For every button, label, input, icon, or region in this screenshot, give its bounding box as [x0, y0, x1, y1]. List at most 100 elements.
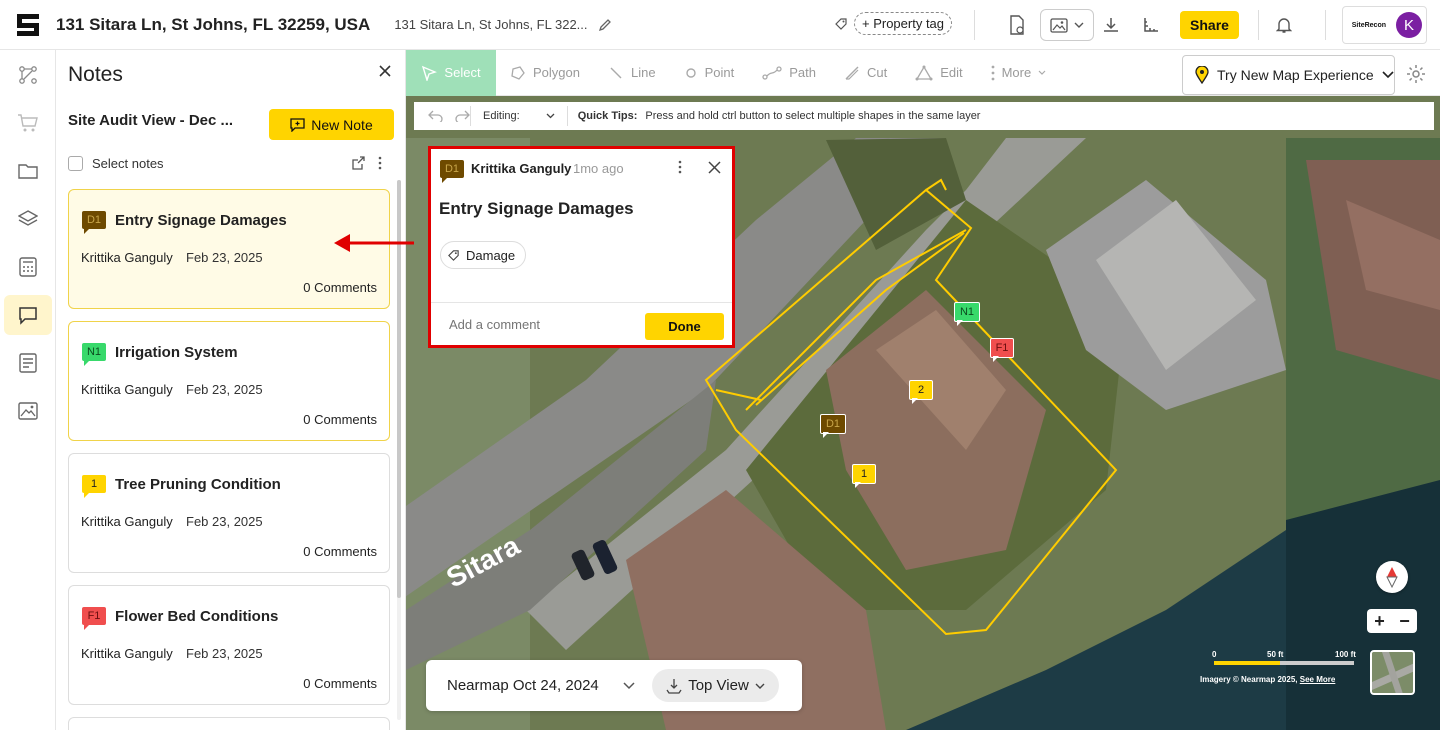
document-icon[interactable] [4, 343, 52, 383]
map-marker-d1[interactable]: D1 [820, 414, 846, 438]
note-card-comments[interactable]: 0 Comments [303, 412, 377, 427]
property-address-sub: 131 Sitara Ln, St Johns, FL 322... [394, 17, 588, 32]
comment-input[interactable] [449, 317, 619, 332]
note-card-partial[interactable] [68, 717, 390, 730]
done-button[interactable]: Done [645, 313, 724, 340]
map-marker-n1[interactable]: N1 [954, 302, 980, 326]
undo-icon[interactable] [428, 110, 443, 122]
tool-select[interactable]: Select [406, 49, 496, 96]
note-card-date: Feb 23, 2025 [186, 646, 263, 661]
note-card-author: Krittika Ganguly [81, 514, 173, 529]
account-menu[interactable]: SiteRecon K [1342, 6, 1427, 44]
export-icon[interactable] [352, 156, 366, 170]
note-card-author: Krittika Ganguly [81, 646, 173, 661]
tool-polygon[interactable]: Polygon [496, 50, 594, 96]
popup-time: 1mo ago [573, 161, 624, 176]
note-card-date: Feb 23, 2025 [186, 382, 263, 397]
popup-author: Krittika Ganguly [471, 161, 572, 176]
cut-icon [845, 66, 859, 80]
layers-icon[interactable] [4, 199, 52, 239]
measure-icon[interactable] [1140, 14, 1162, 36]
more-vertical-icon [991, 65, 994, 80]
new-note-button[interactable]: New Note [269, 109, 394, 140]
note-add-icon [290, 117, 305, 132]
compass-icon[interactable] [1376, 561, 1408, 593]
top-view-toggle[interactable]: Top View [652, 669, 779, 702]
tool-path[interactable]: Path [748, 50, 830, 96]
path-icon [762, 65, 782, 80]
popup-badge-d1: D1 [440, 160, 464, 183]
chevron-down-icon [1382, 71, 1394, 79]
quick-tips-label: Quick Tips: [577, 110, 638, 122]
try-new-map-experience-button[interactable]: Try New Map Experience [1182, 55, 1395, 95]
select-notes-checkbox[interactable] [68, 156, 83, 171]
note-card-tree-pruning[interactable]: 1 Tree Pruning Condition Krittika Gangul… [68, 453, 390, 573]
point-icon [685, 67, 696, 78]
calculator-icon[interactable] [4, 247, 52, 287]
folder-icon[interactable] [4, 151, 52, 191]
tool-label: Line [630, 65, 656, 80]
map-marker-2[interactable]: 2 [909, 380, 933, 404]
tool-edit[interactable]: Edit [901, 50, 976, 96]
view-name[interactable]: Site Audit View - Dec ... [68, 112, 233, 129]
image-icon [1050, 17, 1068, 33]
map-pin-icon [1195, 66, 1209, 84]
map-marker-f1[interactable]: F1 [990, 338, 1014, 362]
brand-label: SiteRecon [1351, 21, 1386, 29]
tool-point[interactable]: Point [670, 50, 749, 96]
download-icon[interactable] [1100, 14, 1122, 36]
chevron-down-icon[interactable] [623, 677, 647, 695]
line-icon [610, 67, 622, 78]
tool-more[interactable]: More [977, 50, 1061, 96]
see-more-link[interactable]: See More [1300, 675, 1336, 684]
imagery-date-label[interactable]: Nearmap Oct 24, 2024 [447, 677, 623, 694]
zoom-in-icon[interactable]: + [1374, 611, 1385, 632]
zoom-out-icon[interactable]: − [1399, 611, 1410, 632]
comment-icon[interactable] [4, 295, 52, 335]
map-marker-1[interactable]: 1 [852, 464, 876, 488]
note-card-flower-bed[interactable]: F1 Flower Bed Conditions Krittika Gangul… [68, 585, 390, 705]
chevron-down-icon [1074, 22, 1084, 28]
close-icon[interactable] [708, 161, 721, 179]
more-vertical-icon[interactable] [378, 156, 382, 170]
note-card-author: Krittika Ganguly [81, 250, 173, 265]
editing-label: Editing: [483, 110, 520, 122]
tag-chip-damage[interactable]: Damage [440, 241, 527, 269]
edit-pencil-icon[interactable] [598, 18, 612, 32]
top-view-icon [666, 678, 682, 694]
tool-label: Point [704, 65, 735, 80]
add-property-tag-button[interactable]: + Property tag [854, 12, 953, 35]
app-logo[interactable] [0, 0, 56, 50]
tool-label: More [1001, 65, 1032, 80]
basemap-switcher[interactable] [1370, 650, 1415, 695]
more-vertical-icon[interactable] [678, 160, 682, 179]
select-notes-row[interactable]: Select notes [68, 156, 164, 171]
edit-shape-icon [915, 65, 933, 80]
bell-icon[interactable] [1273, 14, 1295, 36]
property-address-title: 131 Sitara Ln, St Johns, FL 32259, USA [56, 14, 371, 34]
note-card-comments[interactable]: 0 Comments [303, 280, 377, 295]
redo-icon[interactable] [455, 110, 470, 122]
editing-layer-select[interactable]: Editing: [471, 110, 567, 122]
note-card-comments[interactable]: 0 Comments [303, 544, 377, 559]
workflow-icon[interactable] [4, 55, 52, 95]
note-card-author: Krittika Ganguly [81, 382, 173, 397]
avatar: K [1396, 12, 1422, 38]
tool-cut[interactable]: Cut [830, 50, 901, 96]
gear-icon[interactable] [1406, 64, 1426, 84]
divider [974, 10, 975, 40]
tool-line[interactable]: Line [594, 50, 670, 96]
cursor-icon [422, 65, 438, 81]
imagery-dropdown[interactable] [1040, 9, 1094, 41]
tool-label: Select [444, 65, 481, 80]
note-card-comments[interactable]: 0 Comments [303, 676, 377, 691]
note-badge-1: 1 [82, 475, 106, 498]
image-gallery-icon[interactable] [4, 391, 52, 431]
share-button[interactable]: Share [1180, 11, 1239, 39]
note-card-irrigation[interactable]: N1 Irrigation System Krittika Ganguly Fe… [68, 321, 390, 441]
close-icon[interactable] [378, 64, 392, 78]
polygon-icon [511, 65, 525, 80]
report-settings-icon[interactable] [1006, 14, 1028, 36]
map-scale: 0 50 ft 100 ft Imagery © Nearmap 2025, S… [1200, 650, 1360, 694]
cart-icon[interactable] [4, 103, 52, 143]
